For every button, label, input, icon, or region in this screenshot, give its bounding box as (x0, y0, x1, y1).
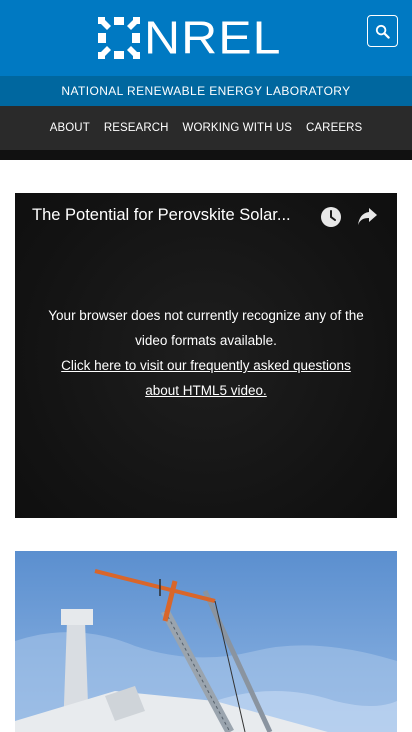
nav-research[interactable]: RESEARCH (97, 122, 176, 134)
nav-divider (0, 150, 412, 160)
nrel-logo[interactable]: NREL (98, 12, 282, 64)
main-nav: ABOUT RESEARCH WORKING WITH US CAREERS (0, 106, 412, 150)
nav-about[interactable]: ABOUT (43, 122, 97, 134)
search-button[interactable] (367, 15, 398, 47)
search-icon (375, 24, 390, 39)
nav-working-with-us[interactable]: WORKING WITH US (176, 122, 299, 134)
wind-turbine-photo[interactable] (15, 551, 397, 732)
lab-name: NATIONAL RENEWABLE ENERGY LABORATORY (61, 84, 351, 98)
video-player[interactable]: The Potential for Perovskite Solar... Yo… (15, 193, 397, 518)
lab-name-bar: NATIONAL RENEWABLE ENERGY LABORATORY (0, 76, 412, 106)
nrel-logo-mark-icon (98, 17, 140, 59)
clock-icon[interactable] (320, 206, 342, 228)
html5-faq-link[interactable]: Click here to visit our frequently asked… (45, 353, 367, 403)
video-unsupported-message: Your browser does not currently recogniz… (45, 303, 367, 403)
nav-careers[interactable]: CAREERS (299, 122, 369, 134)
video-format-notice: Your browser does not currently recogniz… (48, 308, 364, 348)
video-title[interactable]: The Potential for Perovskite Solar... (32, 206, 312, 225)
wind-turbine-crane-image (15, 551, 397, 732)
site-header: NREL (0, 0, 412, 76)
share-icon[interactable] (357, 207, 378, 226)
logo-wordmark: NREL (144, 12, 282, 64)
